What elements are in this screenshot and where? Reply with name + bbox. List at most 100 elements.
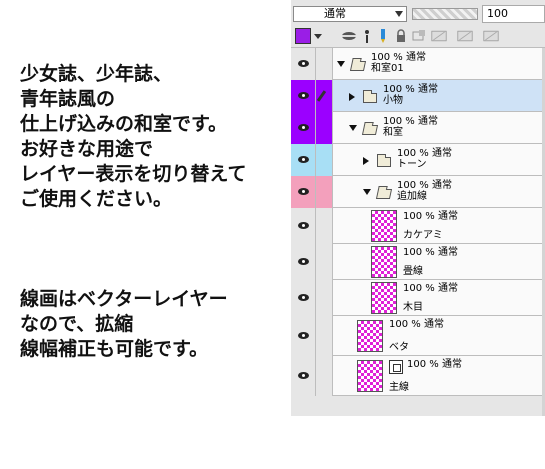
layer-row[interactable]: 100 % 通常 ベタ — [291, 316, 545, 356]
extra-tool-icon[interactable] — [483, 28, 499, 44]
visibility-cell[interactable] — [291, 176, 316, 208]
blend-mode-select[interactable]: 通常 — [293, 6, 407, 22]
edit-target-cell[interactable] — [316, 48, 333, 80]
visibility-cell[interactable] — [291, 244, 316, 280]
layer-name: 小物 — [383, 95, 403, 106]
layer-row[interactable]: 100 % 通常 追加線 — [291, 176, 545, 208]
lock-icon[interactable] — [393, 28, 409, 44]
eye-icon[interactable] — [298, 332, 309, 339]
edit-target-cell[interactable] — [316, 356, 333, 396]
layer-row[interactable]: 100 % 通常 木目 — [291, 280, 545, 316]
layer-content[interactable]: 100 % 通常 主線 — [333, 356, 545, 396]
layer-row[interactable]: 100 % 通常 畳線 — [291, 244, 545, 280]
chevron-down-icon[interactable] — [314, 34, 322, 39]
edit-target-cell[interactable] — [316, 112, 333, 144]
layer-properties: 100 % 通常 — [371, 52, 426, 63]
layer-row[interactable]: 100 % 通常 トーン — [291, 144, 545, 176]
layer-content[interactable]: 100 % 通常 カケアミ — [333, 208, 545, 244]
layer-row[interactable]: 100 % 通常 和室 — [291, 112, 545, 144]
layer-properties: 100 % 通常 — [403, 211, 458, 222]
visibility-cell[interactable] — [291, 356, 316, 396]
layer-properties: 100 % 通常 — [403, 247, 458, 258]
edit-target-cell[interactable] — [316, 208, 333, 244]
expand-down-icon[interactable] — [337, 61, 345, 67]
layer-row[interactable]: 100 % 通常 和室01 — [291, 48, 545, 80]
ruler-icon[interactable] — [457, 28, 473, 44]
layer-name: 追加線 — [397, 191, 427, 202]
layer-content[interactable]: 100 % 通常 追加線 — [333, 176, 545, 208]
eye-icon[interactable] — [298, 188, 309, 195]
edit-target-cell[interactable] — [316, 176, 333, 208]
edit-target-cell[interactable] — [316, 280, 333, 316]
layer-content[interactable]: 100 % 通常 木目 — [333, 280, 545, 316]
mask-icon[interactable] — [341, 28, 357, 44]
opacity-slider[interactable] — [412, 8, 478, 20]
layer-properties: 100 % 通常 — [383, 116, 438, 127]
layer-panel: 通常 100 100 % 通常 和室01 100 % 通常 小物 100 % 通… — [291, 0, 545, 416]
eye-icon[interactable] — [298, 156, 309, 163]
layer-color-swatch[interactable] — [295, 28, 311, 44]
clipping-icon[interactable] — [411, 28, 427, 44]
visibility-cell[interactable] — [291, 112, 316, 144]
layer-properties: 100 % 通常 — [397, 148, 452, 159]
folder-icon — [361, 125, 379, 135]
expand-down-icon[interactable] — [363, 189, 371, 195]
visibility-cell[interactable] — [291, 80, 316, 112]
layer-name: 和室01 — [371, 63, 404, 74]
layer-content[interactable]: 100 % 通常 小物 — [333, 80, 545, 112]
expand-down-icon[interactable] — [349, 125, 357, 131]
layer-thumbnail — [371, 246, 397, 278]
layer-properties: 100 % 通常 — [383, 84, 438, 95]
layer-row[interactable]: 100 % 通常 カケアミ — [291, 208, 545, 244]
visibility-cell[interactable] — [291, 316, 316, 356]
expand-right-icon[interactable] — [349, 93, 355, 101]
layer-mask-icon[interactable] — [431, 28, 447, 44]
description-line: 線画はベクターレイヤー — [20, 288, 228, 310]
layer-name: 木目 — [403, 302, 423, 313]
visibility-cell[interactable] — [291, 208, 316, 244]
layer-properties: 100 % 通常 — [397, 180, 452, 191]
chevron-down-icon — [395, 11, 403, 17]
folder-icon — [363, 90, 377, 103]
opacity-value[interactable]: 100 — [482, 5, 545, 23]
layer-content[interactable]: 100 % 通常 畳線 — [333, 244, 545, 280]
description-line: 少女誌、少年誌、 — [20, 63, 173, 85]
visibility-cell[interactable] — [291, 280, 316, 316]
layer-row[interactable]: 100 % 通常 主線 — [291, 356, 545, 396]
layer-content[interactable]: 100 % 通常 和室01 — [333, 48, 545, 80]
eye-icon[interactable] — [298, 60, 309, 67]
edit-target-cell[interactable] — [316, 244, 333, 280]
expand-right-icon[interactable] — [363, 157, 369, 165]
reference-icon[interactable] — [359, 28, 375, 44]
edit-target-cell[interactable] — [316, 144, 333, 176]
layer-thumbnail — [371, 210, 397, 242]
description-line: 仕上げ込みの和室です。 — [20, 113, 228, 135]
visibility-cell[interactable] — [291, 48, 316, 80]
pen-icon — [316, 90, 327, 102]
description-text: 少女誌、少年誌、 青年誌風の 仕上げ込みの和室です。 お好きな用途で レイヤー表… — [20, 62, 285, 212]
layer-panel-topbar: 通常 100 — [291, 2, 545, 24]
edit-target-cell[interactable] — [316, 80, 333, 112]
visibility-cell[interactable] — [291, 144, 316, 176]
layer-properties: 100 % 通常 — [403, 283, 458, 294]
layer-content[interactable]: 100 % 通常 トーン — [333, 144, 545, 176]
layer-content[interactable]: 100 % 通常 和室 — [333, 112, 545, 144]
layer-name: 畳線 — [403, 266, 423, 277]
description-line: 線幅補正も可能です。 — [20, 338, 209, 360]
description-line: なので、拡縮 — [20, 313, 134, 335]
layer-content[interactable]: 100 % 通常 ベタ — [333, 316, 545, 356]
eye-icon[interactable] — [298, 258, 309, 265]
eye-icon[interactable] — [298, 124, 309, 131]
layer-toolbar — [291, 25, 545, 48]
edit-target-cell[interactable] — [316, 316, 333, 356]
eye-icon[interactable] — [298, 222, 309, 229]
pen-lock-icon[interactable] — [375, 28, 391, 44]
eye-icon[interactable] — [298, 92, 309, 99]
layer-row[interactable]: 100 % 通常 小物 — [291, 80, 545, 112]
layer-thumbnail — [371, 282, 397, 314]
eye-icon[interactable] — [298, 294, 309, 301]
eye-icon[interactable] — [298, 372, 309, 379]
blend-mode-value: 通常 — [324, 7, 346, 20]
description-line: ご使用ください。 — [20, 188, 173, 210]
folder-icon — [349, 61, 367, 71]
